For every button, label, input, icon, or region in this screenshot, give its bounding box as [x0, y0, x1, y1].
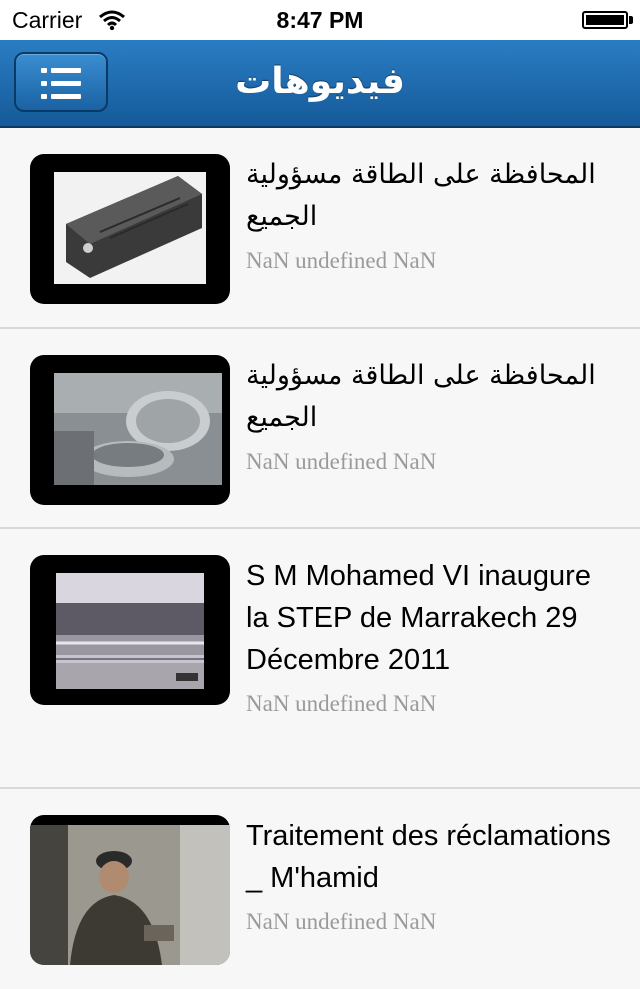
video-text: المحافظة على الطاقة مسؤولية الجميع NaN u…: [246, 355, 620, 475]
list-menu-icon: [41, 68, 81, 99]
video-thumbnail[interactable]: [30, 154, 230, 304]
video-row[interactable]: S M Mohamed VI inaugure la STEP de Marra…: [0, 529, 640, 789]
video-row[interactable]: المحافظة على الطاقة مسؤولية الجميع NaN u…: [0, 329, 640, 529]
page-title: فيديوهات: [235, 60, 405, 101]
video-list: المحافظة على الطاقة مسؤولية الجميع NaN u…: [0, 128, 640, 989]
video-thumbnail[interactable]: [30, 355, 230, 505]
video-text: المحافظة على الطاقة مسؤولية الجميع NaN u…: [246, 154, 620, 274]
navigation-bar: فيديوهات: [0, 40, 640, 128]
video-thumbnail[interactable]: [30, 555, 230, 705]
video-title: المحافظة على الطاقة مسؤولية الجميع: [246, 360, 596, 433]
battery-icon: [582, 11, 628, 29]
status-time: 8:47 PM: [276, 7, 364, 33]
status-bar: Carrier 8:47 PM: [0, 0, 640, 40]
video-row[interactable]: المحافظة على الطاقة مسؤولية الجميع NaN u…: [0, 128, 640, 329]
menu-button[interactable]: [14, 52, 108, 112]
video-date: NaN undefined NaN: [246, 449, 437, 474]
video-thumbnail[interactable]: [30, 815, 230, 965]
video-date: NaN undefined NaN: [246, 248, 437, 273]
video-row[interactable]: Traitement des réclamations _ M'hamid Na…: [0, 789, 640, 989]
video-date: NaN undefined NaN: [246, 691, 437, 716]
video-date: NaN undefined NaN: [246, 909, 437, 934]
video-title: S M Mohamed VI inaugure la STEP de Marra…: [246, 560, 591, 676]
battery-tip: [629, 16, 633, 24]
video-title: Traitement des réclamations _ M'hamid: [246, 820, 611, 894]
video-title: المحافظة على الطاقة مسؤولية الجميع: [246, 159, 596, 232]
video-text: S M Mohamed VI inaugure la STEP de Marra…: [246, 555, 620, 717]
video-text: Traitement des réclamations _ M'hamid Na…: [246, 815, 620, 935]
